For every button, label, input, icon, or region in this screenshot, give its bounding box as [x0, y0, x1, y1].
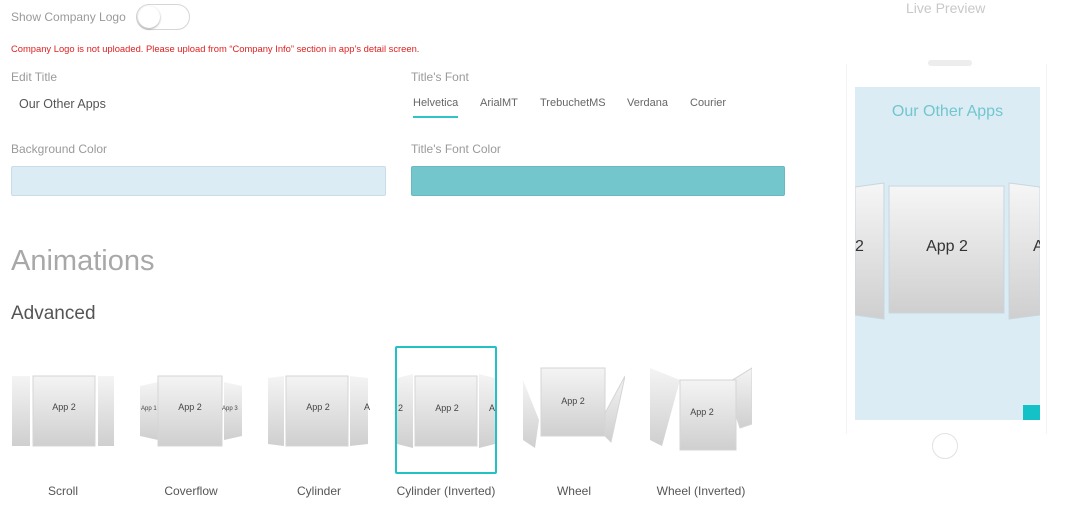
svg-text:A: A	[1033, 238, 1040, 255]
font-option-verdana[interactable]: Verdana	[627, 97, 668, 109]
advanced-subheading: Advanced	[11, 303, 96, 324]
svg-text:A: A	[489, 403, 495, 413]
animation-thumb-wheel-inverted[interactable]: App 2	[650, 346, 752, 474]
logo-warning-message: Company Logo is not uploaded. Please upl…	[11, 43, 420, 54]
svg-text:App 1: App 1	[141, 406, 157, 412]
animation-thumb-coverflow[interactable]: App 2 App 1 App 3	[140, 346, 242, 474]
wheel-preview-graphic: App 2	[523, 367, 625, 448]
animations-heading: Animations	[11, 245, 155, 277]
background-color-picker[interactable]	[11, 166, 386, 196]
svg-text:App 3: App 3	[222, 406, 238, 412]
svg-text:App 2: App 2	[435, 403, 459, 413]
phone-speaker	[928, 60, 972, 66]
background-color-label: Background Color	[11, 142, 108, 156]
scroll-preview-graphic: App 2	[12, 375, 114, 447]
animation-thumb-cylinder-inverted[interactable]: App 2 2 A	[395, 346, 497, 474]
animation-label-cylinder-inverted: Cylinder (Inverted)	[396, 484, 496, 498]
edit-title-input[interactable]: Our Other Apps	[19, 97, 106, 111]
show-company-logo-toggle[interactable]	[136, 4, 190, 30]
font-option-courier[interactable]: Courier	[690, 97, 726, 109]
titles-font-color-picker[interactable]	[411, 166, 785, 196]
preview-carousel-graphic: App 2 2 A	[855, 182, 1040, 320]
svg-text:App 2: App 2	[690, 407, 714, 417]
coverflow-preview-graphic: App 2 App 1 App 3	[140, 375, 242, 447]
phone-home-button	[932, 433, 958, 459]
show-company-logo-label: Show Company Logo	[11, 10, 126, 24]
svg-text:App 2: App 2	[178, 402, 202, 412]
titles-font-color-label: Title's Font Color	[411, 142, 501, 156]
animation-label-cylinder: Cylinder	[296, 484, 341, 498]
titles-font-label: Title's Font	[411, 70, 469, 84]
live-preview-title: Live Preview	[906, 0, 986, 16]
font-option-helvetica[interactable]: Helvetica	[413, 97, 459, 118]
font-option-trebuchetms[interactable]: TrebuchetMS	[540, 97, 606, 109]
animation-label-wheel: Wheel	[556, 484, 591, 498]
animation-thumb-cylinder[interactable]: App 2 A	[268, 346, 370, 474]
animation-thumb-wheel[interactable]: App 2	[523, 346, 625, 474]
svg-text:App 2: App 2	[561, 396, 585, 406]
svg-text:App 2: App 2	[926, 238, 968, 255]
animation-label-scroll: Scroll	[47, 484, 78, 498]
phone-frame-left	[846, 64, 847, 434]
svg-text:2: 2	[398, 403, 403, 413]
svg-text:2: 2	[855, 238, 864, 255]
font-option-arialmt[interactable]: ArialMT	[480, 97, 518, 109]
phone-screen: Our Other Apps App 2 2 A	[855, 87, 1040, 420]
wheel-inverted-preview-graphic: App 2	[650, 367, 752, 451]
preview-corner-marker	[1023, 405, 1040, 420]
svg-text:A: A	[364, 402, 370, 412]
cylinder-preview-graphic: App 2 A	[268, 375, 370, 447]
animation-thumb-scroll[interactable]: App 2	[12, 346, 114, 474]
toggle-knob	[138, 6, 160, 28]
cylinder-inverted-preview-graphic: App 2 2 A	[397, 374, 495, 448]
phone-frame-right	[1046, 64, 1047, 434]
svg-text:App 2: App 2	[52, 402, 76, 412]
svg-text:App 2: App 2	[306, 402, 330, 412]
edit-title-label: Edit Title	[11, 70, 58, 84]
animation-label-coverflow: Coverflow	[164, 484, 218, 498]
animation-label-wheel-inverted: Wheel (Inverted)	[656, 484, 746, 498]
